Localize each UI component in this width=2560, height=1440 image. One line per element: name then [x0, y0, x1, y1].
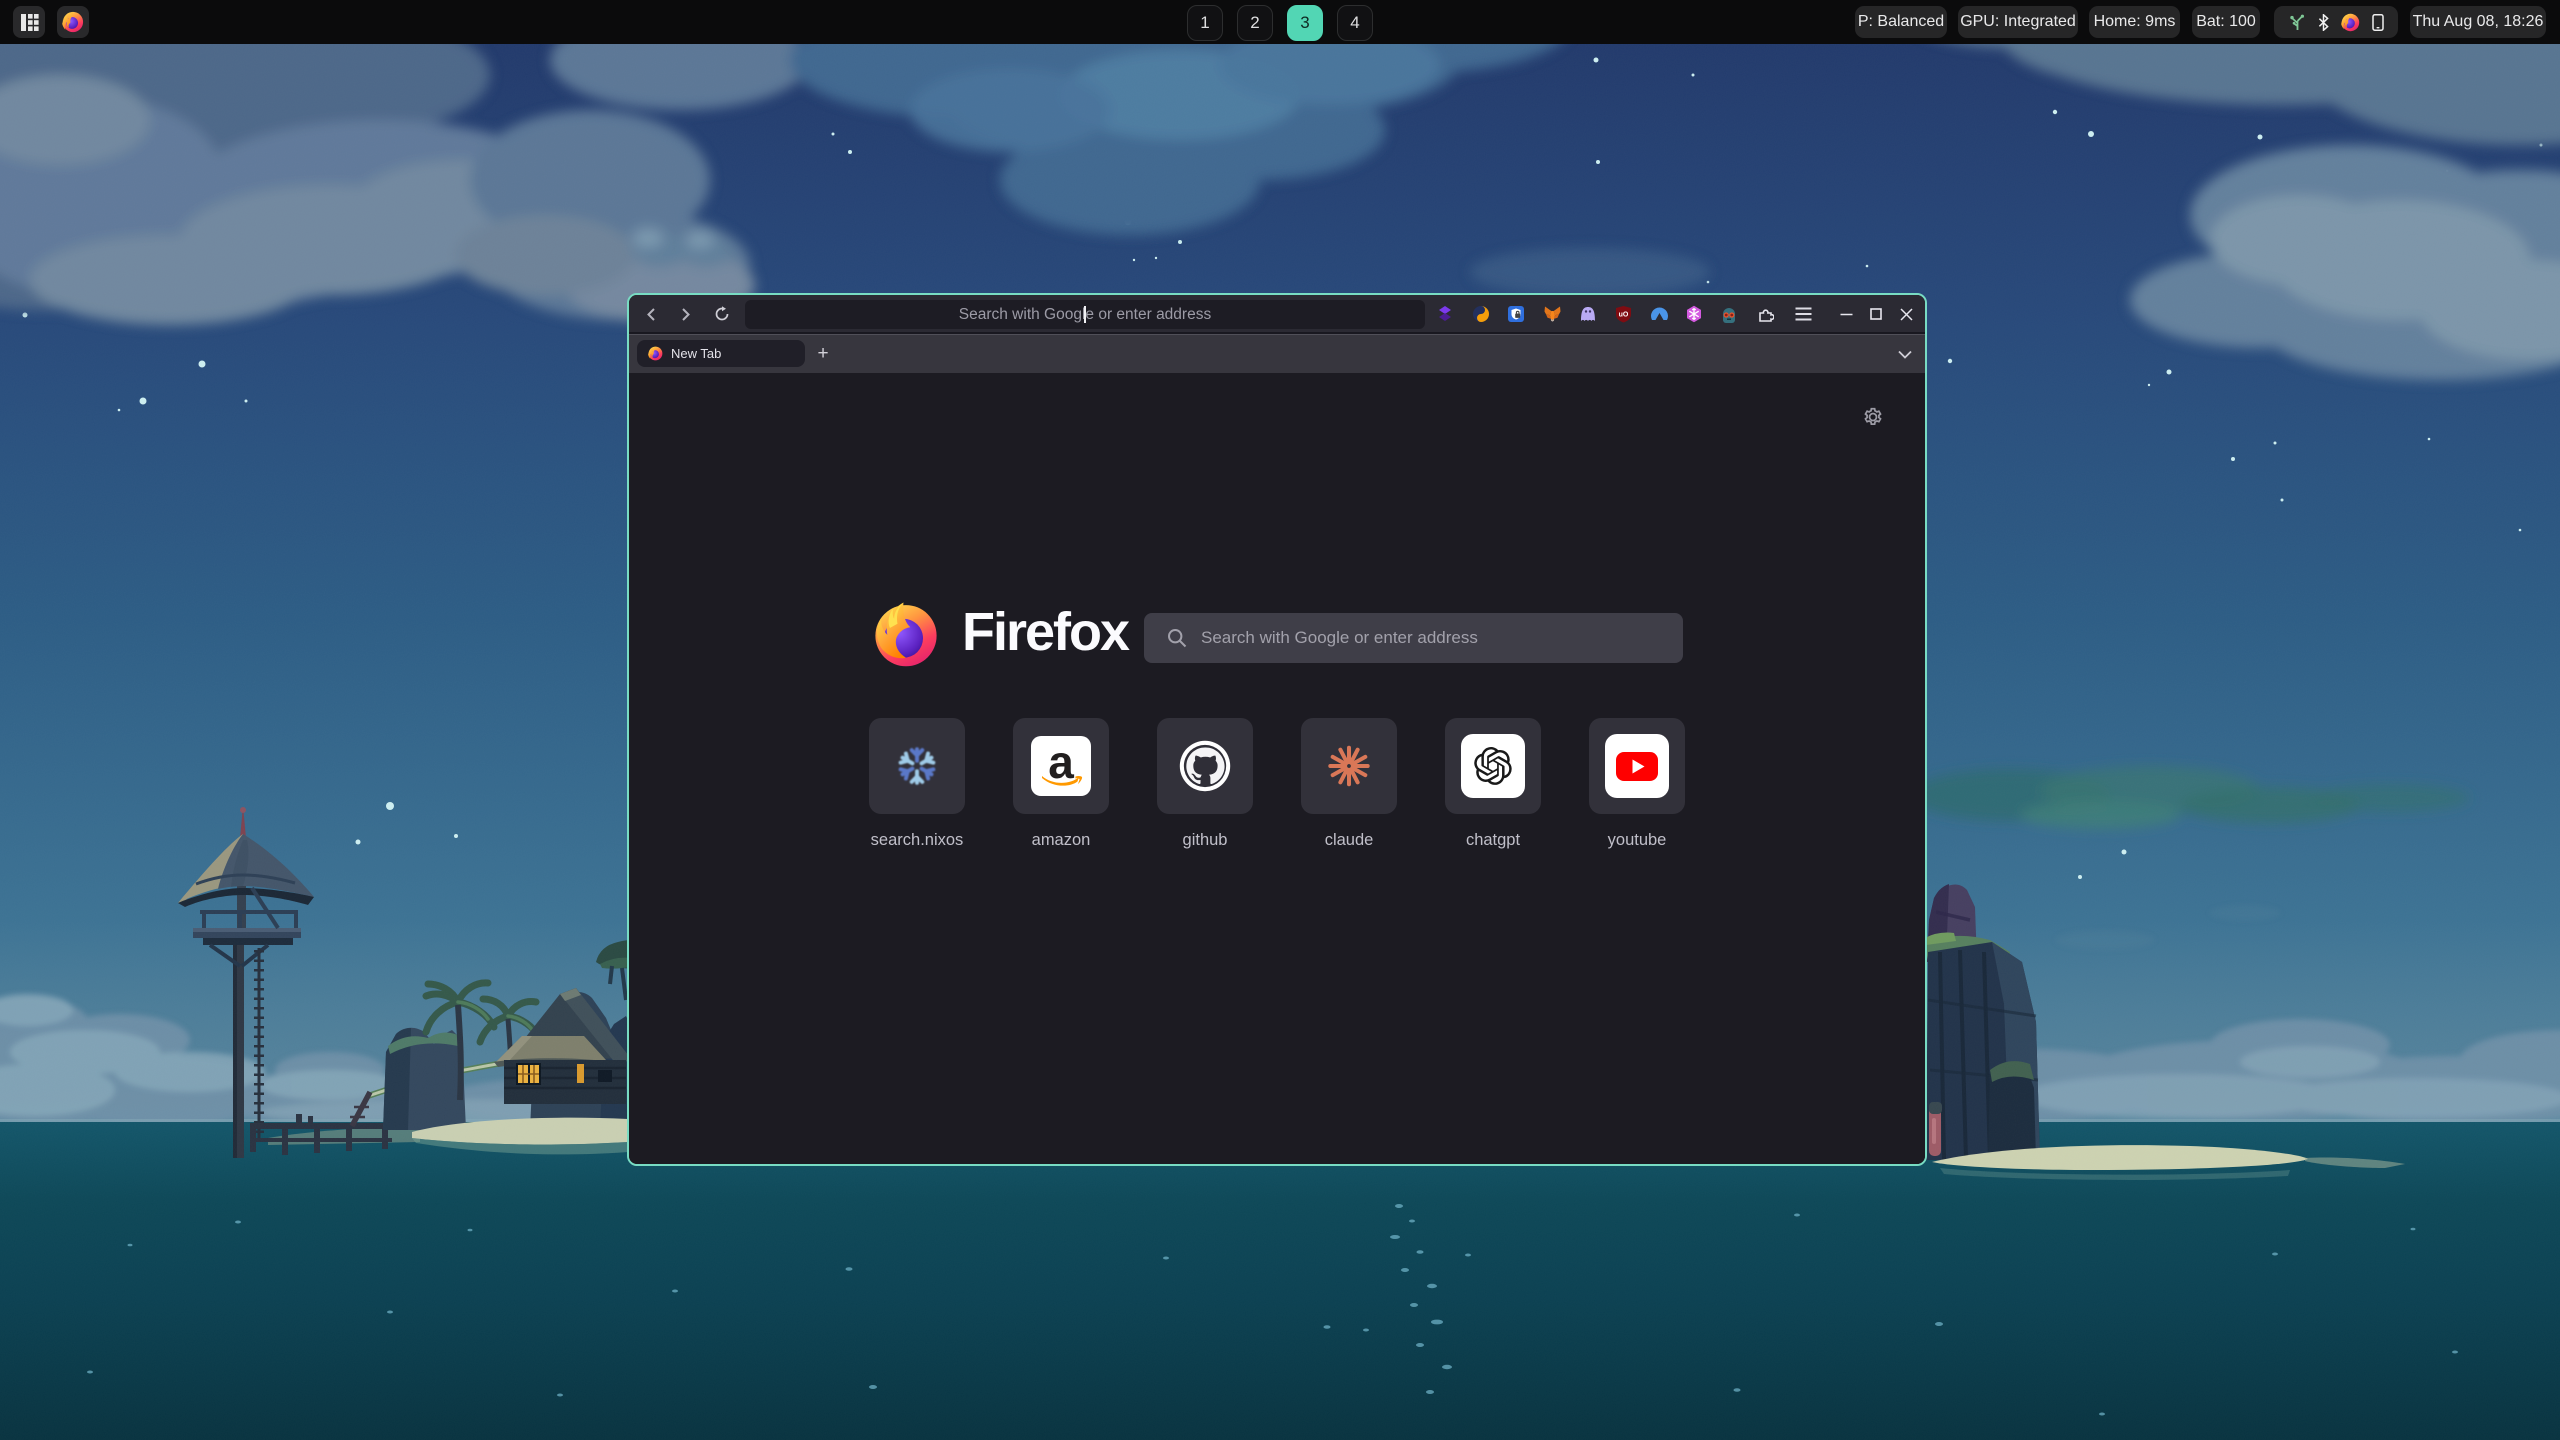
svg-text:a: a — [1048, 736, 1074, 788]
svg-text:uO: uO — [1618, 312, 1628, 319]
